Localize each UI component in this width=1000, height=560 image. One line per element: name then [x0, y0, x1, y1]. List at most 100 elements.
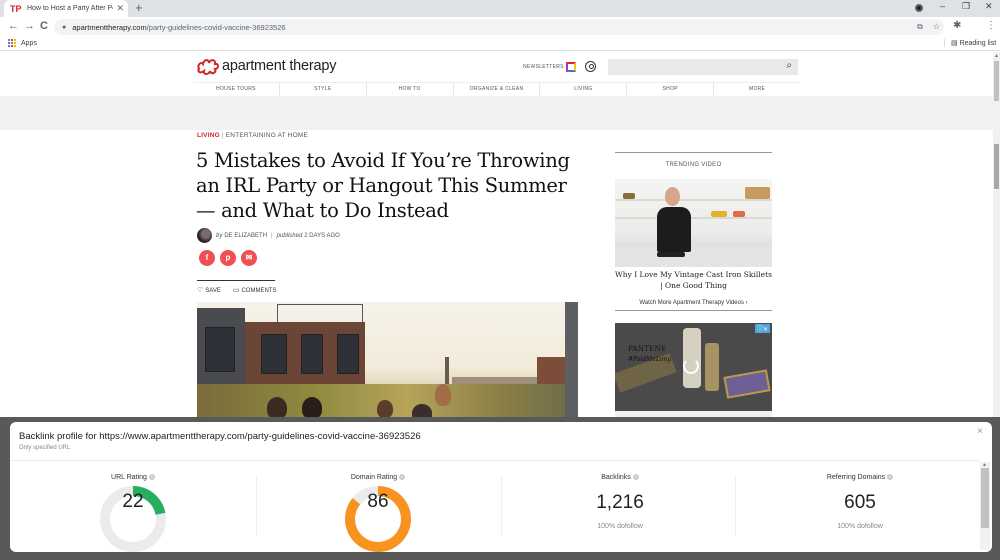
ad-brand: PANTENE: [628, 345, 667, 353]
metric-label: URL Rating: [111, 474, 147, 481]
video-title-link[interactable]: Why I Love My Vintage Cast Iron Skillets…: [615, 269, 772, 291]
scroll-up-icon[interactable]: ▲: [994, 53, 999, 59]
watch-more-videos-link[interactable]: Watch More Apartment Therapy Videos ›: [615, 300, 772, 306]
bookmarks-bar: Apps ▤ Reading list: [0, 37, 1000, 51]
forward-arrow-icon[interactable]: →: [24, 20, 35, 32]
page-scrollbar[interactable]: ▲: [993, 52, 1000, 417]
info-icon[interactable]: i: [632, 474, 639, 480]
metric-value[interactable]: 605: [785, 492, 935, 514]
scrollbar-thumb[interactable]: [994, 144, 999, 189]
newsletter-square-icon[interactable]: [566, 62, 576, 72]
reading-list-button[interactable]: ▤ Reading list: [944, 39, 996, 47]
ad-choices-icon[interactable]: ⓘ✕: [754, 324, 770, 333]
browser-tab[interactable]: TP How to Host a Party After People ✕: [4, 0, 128, 17]
reading-list-label: Reading list: [959, 40, 997, 47]
user-account-icon[interactable]: [585, 61, 596, 72]
metric-value: 22: [122, 491, 144, 512]
nav-style[interactable]: STYLE: [280, 83, 367, 96]
apps-label: Apps: [21, 39, 37, 47]
author-name[interactable]: DE ELIZABETH: [224, 233, 267, 239]
reload-icon[interactable]: C: [40, 20, 48, 32]
url-host: apartmenttherapy.com: [72, 22, 147, 32]
url-path: /party-guidelines-covid-vaccine-36923526: [146, 22, 286, 32]
site-nav: HOUSE TOURS STYLE HOW TO ORGANIZE & CLEA…: [193, 82, 800, 96]
email-share-icon[interactable]: ✉: [241, 250, 257, 266]
minimize-button[interactable]: –: [940, 1, 945, 11]
install-icon[interactable]: ⧉: [917, 22, 923, 32]
info-icon[interactable]: i: [887, 474, 894, 480]
search-icon[interactable]: ⌕: [786, 60, 792, 71]
nav-living[interactable]: LIVING: [540, 83, 628, 96]
tab-close-icon[interactable]: ✕: [116, 3, 124, 14]
apps-grid-icon: [8, 39, 16, 47]
subcategory-link[interactable]: ENTERTAINING AT HOME: [226, 132, 308, 139]
comments-button[interactable]: ▭ COMMENTS: [233, 286, 277, 294]
metric-referring-domains: Referring Domains i 605 100% dofollow: [785, 462, 935, 550]
published-time: 2 DAYS AGO: [304, 232, 340, 239]
site-logo[interactable]: apartment therapy: [197, 57, 336, 75]
panel-title: Backlink profile for https://www.apartme…: [19, 431, 421, 442]
replay-icon[interactable]: [683, 358, 699, 374]
nav-more[interactable]: MORE: [714, 83, 800, 96]
browser-menu-icon[interactable]: ⋮: [986, 20, 996, 31]
actions-divider: [197, 280, 275, 281]
metric-value[interactable]: 1,216: [545, 492, 695, 514]
sidebar-ad[interactable]: PANTENE #PaidMeLong ⓘ✕: [615, 323, 772, 411]
newsletters-link[interactable]: NEWSLETTERS: [523, 64, 564, 70]
nav-organize-clean[interactable]: ORGANIZE & CLEAN: [454, 83, 541, 96]
logo-text: apartment therapy: [222, 58, 337, 74]
metric-label: Backlinks: [601, 474, 631, 481]
sidebar-divider-top: [615, 152, 772, 153]
trending-video-label: TRENDING VIDEO: [665, 162, 722, 168]
panel-close-icon[interactable]: ×: [977, 426, 983, 437]
trending-video-player[interactable]: [615, 179, 772, 267]
backlink-profile-panel: Backlink profile for https://www.apartme…: [10, 422, 992, 552]
comments-label: COMMENTS: [241, 288, 277, 294]
apps-shortcut[interactable]: Apps: [8, 39, 37, 47]
save-button[interactable]: ♡ SAVE: [197, 286, 221, 294]
site-favicon-icon: TP: [10, 3, 22, 14]
panel-subtitle: Only specified URL: [19, 445, 71, 451]
hero-image: [197, 302, 578, 417]
window-close-button[interactable]: ✕: [985, 1, 993, 12]
facebook-share-icon[interactable]: f: [199, 250, 215, 266]
logo-mark-icon: [197, 59, 219, 75]
metric-value: 86: [367, 491, 389, 512]
new-tab-button[interactable]: +: [135, 1, 143, 15]
nav-shop[interactable]: SHOP: [627, 83, 715, 96]
pinterest-share-icon[interactable]: p: [220, 250, 236, 266]
byline: by DE ELIZABETH | published 2 DAYS AGO: [197, 228, 340, 243]
save-label: SAVE: [205, 288, 221, 294]
site-search-input[interactable]: ⌕: [608, 59, 798, 75]
by-label: by: [216, 232, 223, 239]
info-icon[interactable]: i: [148, 474, 155, 480]
ad-hashtag: #PaidMeLong: [628, 356, 672, 363]
metric-domain-rating: Domain Rating i 86: [303, 462, 453, 552]
reading-list-icon: ▤: [951, 40, 960, 47]
browser-tab-bar: TP How to Host a Party After People ✕ + …: [0, 0, 1000, 17]
panel-scrollbar[interactable]: ▲: [980, 462, 990, 550]
metric-backlinks: Backlinks i 1,216 100% dofollow: [545, 462, 695, 550]
profile-icon[interactable]: [915, 4, 923, 12]
maximize-button[interactable]: ❐: [962, 1, 970, 12]
extensions-icon[interactable]: ✱: [953, 20, 961, 31]
heart-icon: ♡: [197, 287, 204, 294]
back-arrow-icon[interactable]: ←: [8, 20, 19, 32]
metric-note: 100% dofollow: [837, 523, 883, 530]
address-bar[interactable]: ● apartmenttherapy.com /party-guidelines…: [54, 19, 944, 35]
share-buttons: f p ✉: [199, 250, 257, 266]
lock-icon: ●: [62, 23, 67, 31]
sidebar-divider-bottom: [615, 310, 772, 311]
browser-toolbar: ← → C ● apartmenttherapy.com /party-guid…: [0, 17, 1000, 37]
info-icon[interactable]: i: [399, 474, 406, 480]
panel-scrollbar-thumb[interactable]: [981, 468, 989, 528]
nav-how-to[interactable]: HOW TO: [367, 83, 454, 96]
published-label: published: [276, 232, 303, 239]
nav-house-tours[interactable]: HOUSE TOURS: [193, 83, 280, 96]
category-link[interactable]: LIVING: [197, 132, 220, 139]
bookmark-star-icon[interactable]: ☆: [933, 22, 940, 32]
article-kicker: LIVING | ENTERTAINING AT HOME: [197, 132, 309, 139]
tab-title: How to Host a Party After People: [27, 5, 113, 12]
article-headline: 5 Mistakes to Avoid If You’re Throwing a…: [196, 149, 570, 222]
metric-note: 100% dofollow: [597, 523, 643, 530]
